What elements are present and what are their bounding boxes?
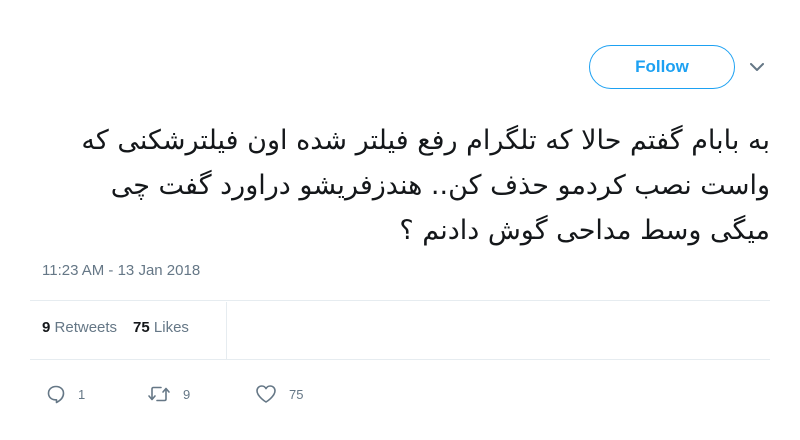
heart-icon bbox=[255, 384, 277, 404]
stats-separator bbox=[226, 302, 227, 359]
reply-button[interactable]: 1 bbox=[46, 380, 85, 408]
retweet-count: 9 bbox=[183, 386, 191, 402]
reply-icon bbox=[46, 384, 66, 404]
retweets-stat[interactable]: 9 Retweets bbox=[42, 319, 117, 336]
follow-button[interactable]: Follow bbox=[589, 45, 735, 89]
tweet-text-line: واست نصب کردمو حذف کن.. هندزفریشو دراورد… bbox=[110, 170, 770, 201]
tweet-text-line: میگی وسط مداحی گوش دادنم ؟ bbox=[399, 215, 770, 246]
like-button[interactable]: 75 bbox=[255, 380, 303, 408]
like-count: 75 bbox=[289, 386, 304, 402]
tweet-timestamp[interactable]: 11:23 AM - 13 Jan 2018 bbox=[42, 262, 200, 279]
retweet-icon bbox=[147, 384, 171, 404]
likes-count: 75 bbox=[133, 319, 150, 336]
divider bbox=[30, 300, 770, 301]
chevron-down-icon[interactable] bbox=[748, 58, 766, 76]
likes-stat[interactable]: 75 Likes bbox=[133, 319, 189, 336]
retweets-count: 9 bbox=[42, 319, 51, 336]
reply-count: 1 bbox=[78, 386, 86, 402]
retweets-label: Retweets bbox=[54, 319, 118, 336]
tweet-text-line: به بابام گفتم حالا که تلگرام رفع فیلتر ش… bbox=[81, 125, 770, 156]
tweet-stats: 9 Retweets 75 Likes bbox=[42, 319, 189, 336]
retweet-button[interactable]: 9 bbox=[147, 380, 190, 408]
tweet-text: به بابام گفتم حالا که تلگرام رفع فیلتر ش… bbox=[30, 118, 770, 253]
divider bbox=[30, 359, 770, 360]
likes-label: Likes bbox=[153, 319, 189, 336]
